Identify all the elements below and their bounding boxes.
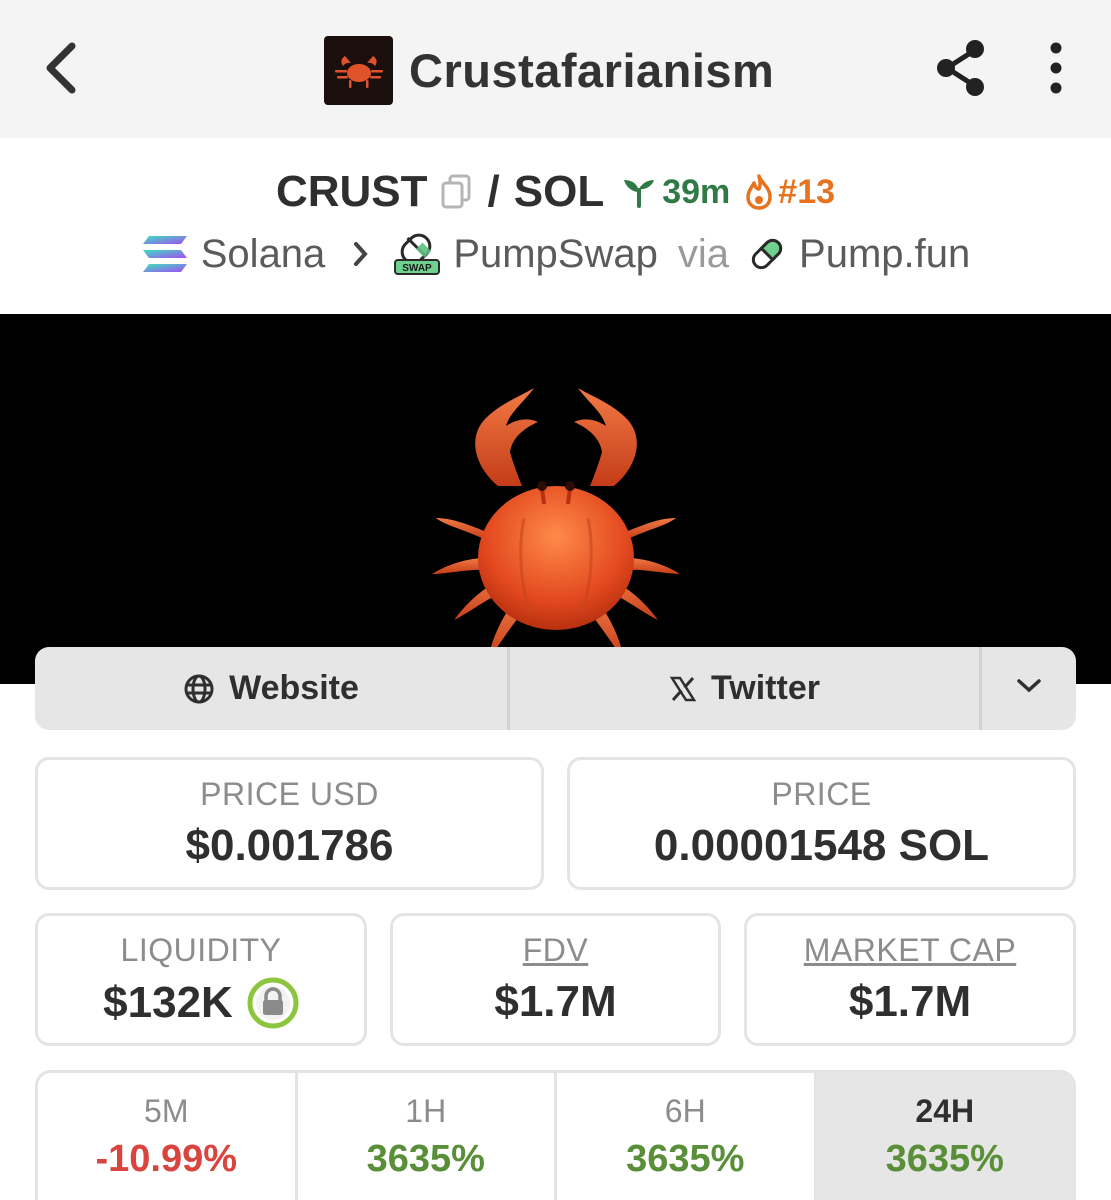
pair-age: 39m	[662, 172, 731, 211]
pair-separator: /	[487, 167, 500, 216]
swap-badge-text: SWAP	[403, 263, 433, 274]
pair-header: CRUST / SOL 39m #13	[0, 164, 1111, 220]
tab-6h[interactable]: 6H 3635%	[554, 1073, 814, 1200]
copy-icon[interactable]	[440, 174, 472, 210]
trending-rank-badge[interactable]: #13	[744, 173, 835, 212]
page-title: Crustafarianism	[409, 43, 775, 97]
change-value: -10.99%	[95, 1138, 238, 1180]
price-native-value: 0.00001548 SOL	[653, 821, 990, 870]
tab-5m[interactable]: 5M -10.99%	[38, 1073, 295, 1200]
chevron-down-icon	[1016, 678, 1042, 699]
price-native-label: PRICE	[771, 776, 872, 812]
chevron-right-icon	[353, 241, 369, 267]
price-change-tabs: 5M -10.99% 1H 3635% 6H 3635% 24H 3635%	[35, 1070, 1076, 1200]
timeframe-label: 24H	[915, 1093, 975, 1129]
crab-image	[431, 388, 680, 660]
twitter-label: Twitter	[711, 669, 820, 707]
timeframe-label: 5M	[144, 1093, 189, 1129]
change-value: 3635%	[626, 1138, 745, 1180]
base-token-symbol: CRUST	[275, 167, 428, 216]
dex-name[interactable]: PumpSwap	[453, 232, 658, 277]
liquidity-label: LIQUIDITY	[120, 932, 282, 968]
chain-dex-breadcrumb: Solana SWAP PumpSwap via Pump.fun	[0, 226, 1111, 282]
timeframe-label: 1H	[405, 1093, 447, 1129]
market-cap-value: $1.7M	[848, 977, 972, 1026]
price-usd-card: PRICE USD $0.001786	[35, 757, 544, 890]
share-button[interactable]	[928, 36, 994, 104]
change-value: 3635%	[885, 1138, 1004, 1180]
change-value: 3635%	[366, 1138, 485, 1180]
market-cap-card: MARKET CAP $1.7M	[744, 913, 1076, 1046]
more-links-button[interactable]	[979, 647, 1076, 730]
liquidity-value: $132K	[103, 978, 233, 1027]
seedling-icon	[622, 176, 656, 208]
token-title: Crustafarianism	[324, 35, 774, 105]
price-usd-value: $0.001786	[185, 821, 394, 870]
pair-age-badge: 39m	[622, 173, 730, 212]
timeframe-label: 6H	[664, 1093, 706, 1129]
website-label: Website	[229, 669, 359, 707]
tab-1h[interactable]: 1H 3635%	[294, 1073, 555, 1200]
back-button[interactable]	[30, 36, 90, 104]
pumpswap-icon: SWAP	[393, 232, 441, 276]
token-banner	[0, 314, 1111, 684]
fdv-label[interactable]: FDV	[393, 932, 718, 969]
token-logo	[324, 35, 393, 105]
quote-token-symbol: SOL	[513, 167, 605, 216]
flame-icon	[744, 174, 774, 210]
more-options-button[interactable]	[1030, 36, 1082, 104]
fdv-card: FDV $1.7M	[390, 913, 721, 1046]
launchpad-name[interactable]: Pump.fun	[799, 232, 970, 277]
lock-icon[interactable]	[247, 977, 299, 1029]
more-vertical-icon	[1048, 42, 1064, 99]
globe-icon	[183, 673, 215, 705]
share-icon	[933, 38, 989, 103]
fdv-value: $1.7M	[494, 977, 617, 1026]
social-links-bar: Website Twitter	[35, 647, 1076, 730]
chain-name[interactable]: Solana	[201, 232, 326, 277]
market-cap-label[interactable]: MARKET CAP	[747, 932, 1073, 969]
trending-rank: #13	[778, 172, 836, 211]
website-button[interactable]: Website	[35, 647, 507, 730]
chevron-left-icon	[40, 40, 80, 101]
tab-24h[interactable]: 24H 3635%	[813, 1073, 1073, 1200]
x-logo-icon	[669, 675, 697, 703]
twitter-button[interactable]: Twitter	[507, 647, 979, 730]
solana-icon	[141, 234, 189, 274]
top-app-bar: Crustafarianism	[0, 0, 1111, 138]
price-usd-label: PRICE USD	[200, 776, 379, 812]
via-label: via	[677, 231, 730, 276]
pill-icon	[747, 234, 787, 274]
liquidity-card: LIQUIDITY $132K	[35, 913, 367, 1046]
price-native-card: PRICE 0.00001548 SOL	[567, 757, 1076, 890]
